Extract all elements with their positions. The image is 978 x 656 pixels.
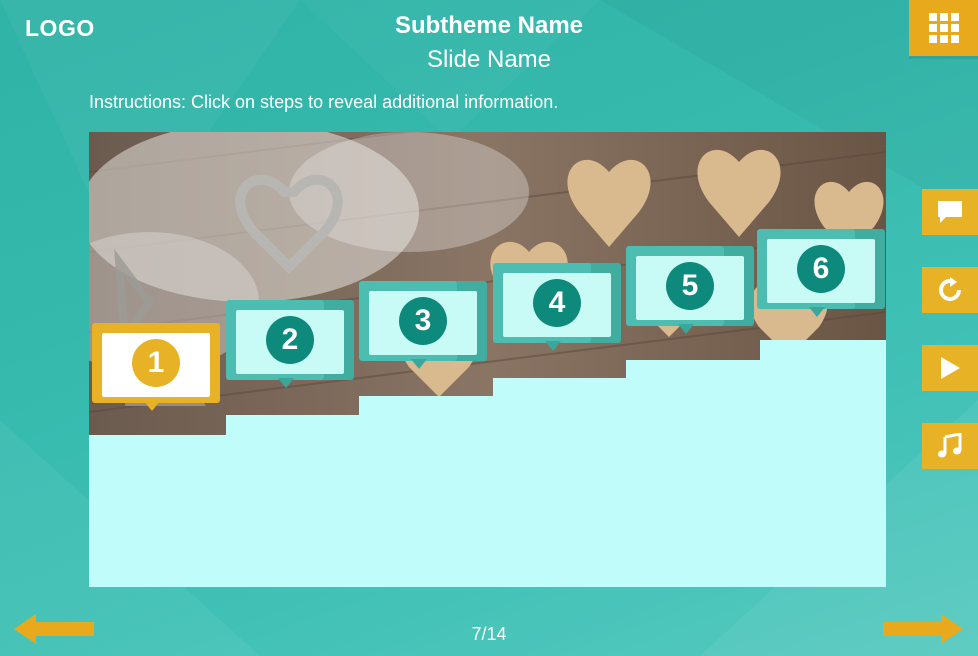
step-number: 1 — [132, 339, 180, 387]
step-number: 3 — [399, 297, 447, 345]
instructions-text: Instructions: Click on steps to reveal a… — [89, 92, 559, 112]
play-button[interactable] — [922, 345, 978, 391]
play-icon — [941, 357, 960, 379]
subtheme-title: Subtheme Name — [394, 12, 584, 39]
replay-icon — [939, 277, 961, 301]
chat-button[interactable] — [922, 189, 978, 235]
grid-menu-icon — [928, 13, 959, 43]
step-3[interactable]: 3 — [359, 281, 487, 369]
chat-icon — [938, 201, 962, 223]
step-number: 2 — [266, 316, 314, 364]
step-number: 6 — [797, 245, 845, 293]
step-4[interactable]: 4 — [493, 263, 621, 351]
slide-title: Slide Name — [426, 46, 552, 73]
music-icon — [938, 433, 962, 458]
replay-button[interactable] — [922, 267, 978, 313]
steps-stage: 1 2 3 4 5 6 — [89, 132, 886, 587]
step-number: 4 — [533, 279, 581, 327]
step-number: 5 — [666, 262, 714, 310]
page-counter: 7/14 — [471, 624, 507, 644]
music-button[interactable] — [922, 423, 978, 469]
step-2[interactable]: 2 — [226, 300, 354, 388]
step-1[interactable]: 1 — [92, 323, 220, 411]
menu-button[interactable] — [909, 0, 978, 56]
step-5[interactable]: 5 — [626, 246, 754, 334]
step-6[interactable]: 6 — [757, 229, 885, 317]
